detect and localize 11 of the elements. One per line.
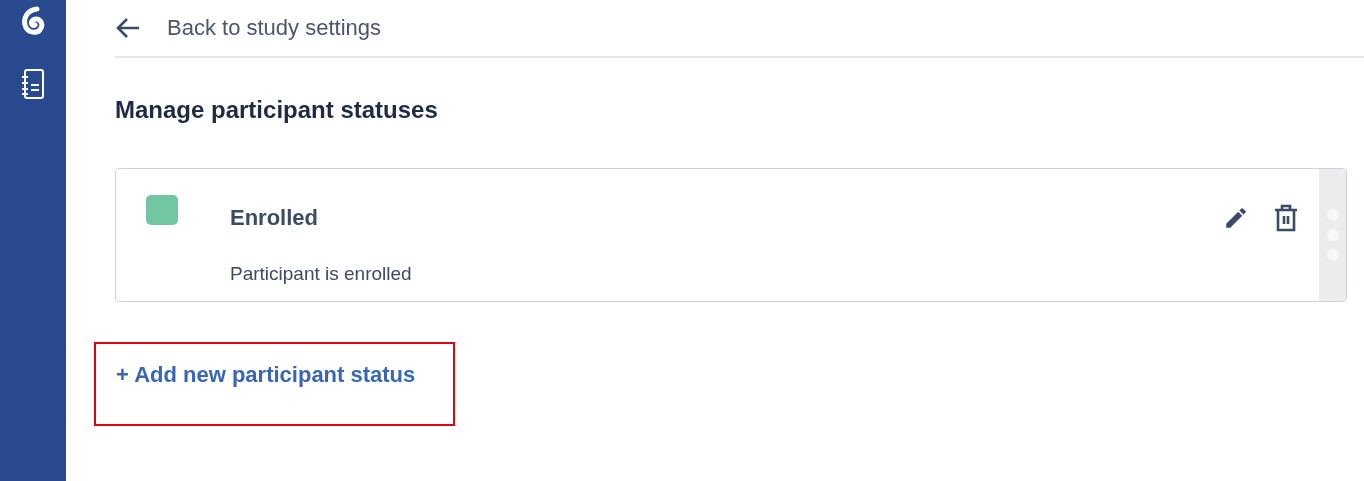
drag-handle[interactable] (1319, 169, 1346, 301)
status-name: Enrolled (230, 205, 319, 231)
notebook-icon[interactable] (21, 68, 45, 100)
add-status-link[interactable]: + Add new participant status (116, 362, 416, 387)
logo-icon[interactable] (20, 6, 46, 38)
page-heading: Manage participant statuses (115, 96, 439, 124)
status-description: Participant is enrolled (230, 263, 413, 286)
back-link[interactable]: Back to study settings (167, 15, 381, 41)
edit-icon[interactable] (1223, 205, 1249, 231)
back-arrow-icon[interactable] (115, 17, 141, 39)
trash-icon[interactable] (1273, 204, 1299, 232)
